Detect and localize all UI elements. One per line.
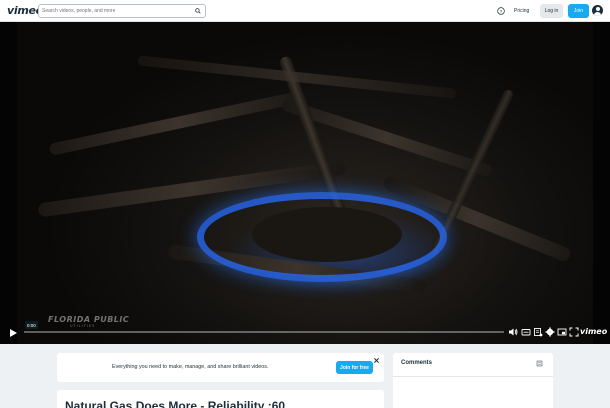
avatar[interactable] — [592, 5, 603, 16]
comments-divider — [393, 376, 553, 377]
picture-in-picture-icon[interactable] — [557, 327, 567, 337]
help-icon[interactable]: ? — [497, 7, 505, 15]
captions-icon[interactable] — [521, 327, 531, 337]
avatar-head — [595, 7, 600, 11]
pricing-link[interactable]: Pricing — [514, 8, 529, 14]
video-player[interactable]: FLORIDA PUBLIC UTILITIES 0:00 vimeo — [0, 22, 610, 344]
comments-settings-icon[interactable] — [536, 360, 543, 367]
settings-gear-icon[interactable] — [545, 327, 555, 337]
timecode: 0:00 — [25, 321, 38, 329]
join-for-free-button[interactable]: Join for free — [336, 361, 373, 374]
avatar-body — [594, 11, 601, 16]
comments-title: Comments — [401, 360, 433, 366]
watermark-subtext: UTILITIES — [70, 324, 96, 328]
close-icon[interactable] — [373, 357, 380, 364]
transcript-icon[interactable] — [533, 327, 543, 337]
video-info-card: Natural Gas Does More - Reliability :60 — [57, 390, 384, 408]
search-box[interactable] — [38, 4, 206, 18]
top-navigation-bar: vimeo ? Pricing Log in Join — [0, 0, 610, 22]
comments-panel: Comments — [393, 353, 553, 408]
video-frame — [17, 22, 593, 344]
video-watermark: FLORIDA PUBLIC UTILITIES — [48, 315, 129, 328]
promo-banner: Everything you need to make, manage, and… — [57, 353, 384, 382]
promo-text: Everything you need to make, manage, and… — [112, 364, 269, 370]
search-icon[interactable] — [195, 8, 201, 14]
grate-bar — [48, 90, 306, 156]
play-icon[interactable] — [8, 328, 18, 338]
watermark-text: FLORIDA PUBLIC — [48, 315, 130, 324]
burner-cap — [252, 207, 402, 262]
login-button[interactable]: Log in — [540, 4, 563, 18]
progress-bar[interactable] — [24, 331, 504, 333]
join-button[interactable]: Join — [568, 4, 589, 18]
fullscreen-icon[interactable] — [569, 327, 579, 337]
volume-icon[interactable] — [508, 327, 518, 337]
search-input[interactable] — [42, 6, 192, 16]
svg-text:?: ? — [500, 9, 503, 15]
vimeo-brand-link[interactable]: vimeo — [580, 327, 607, 336]
video-title: Natural Gas Does More - Reliability :60 — [65, 399, 286, 408]
